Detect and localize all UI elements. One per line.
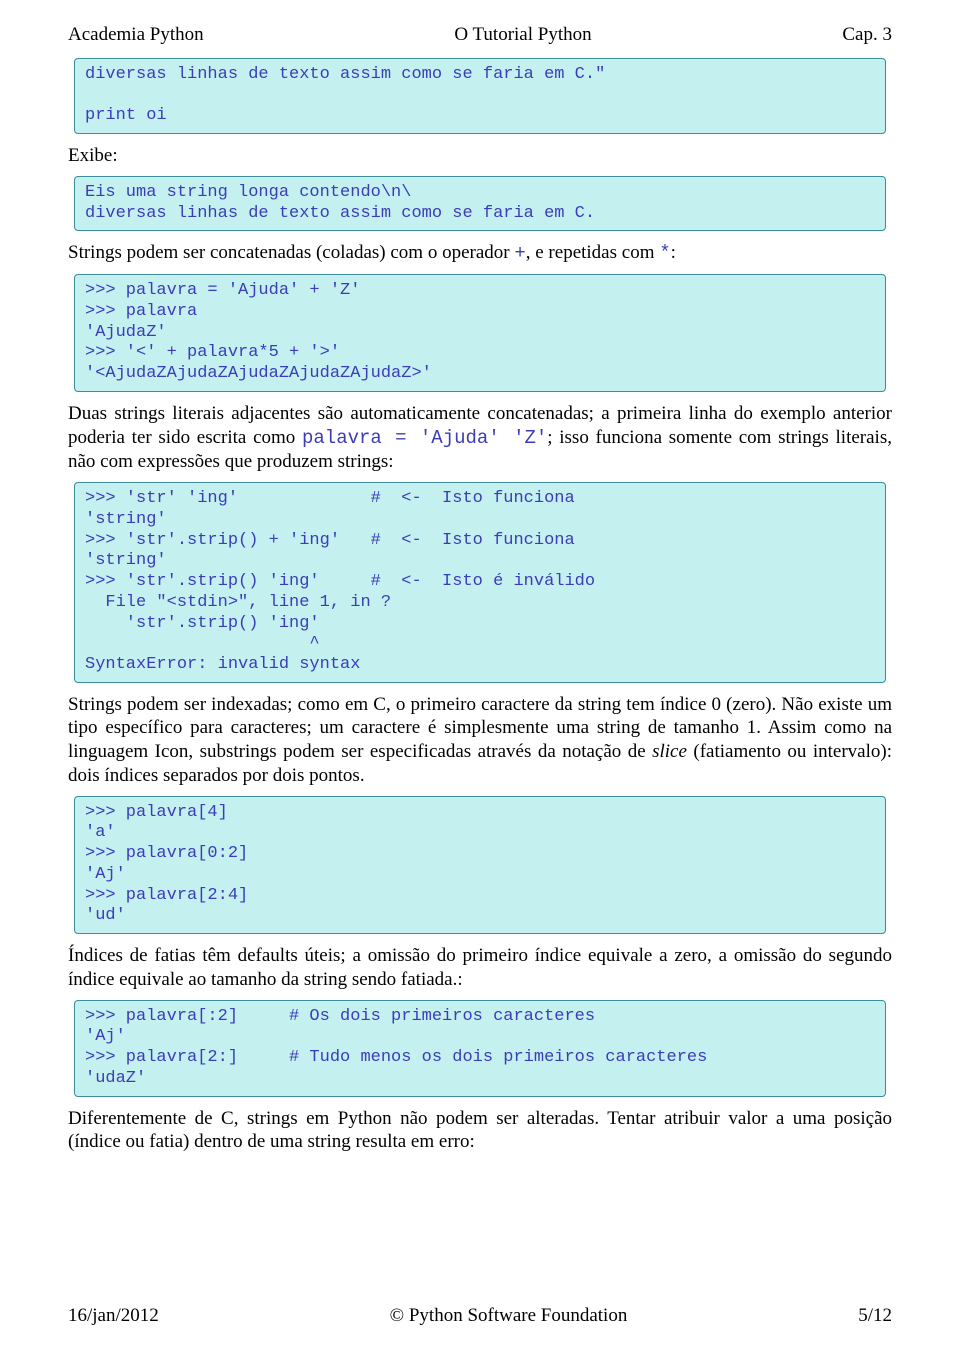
exibe-label: Exibe: [68,144,892,168]
inline-code-palavra: palavra = 'Ajuda' 'Z' [302,427,547,449]
code-block-4: >>> 'str' 'ing' # <- Isto funciona 'stri… [74,482,886,683]
paragraph-immutable: Diferentemente de C, strings em Python n… [68,1107,892,1155]
page-header: Academia Python O Tutorial Python Cap. 3 [68,24,892,46]
header-left: Academia Python [68,24,204,46]
text-span: Strings podem ser concatenadas (coladas)… [68,242,514,263]
code-block-5: >>> palavra[4] 'a' >>> palavra[0:2] 'Aj'… [74,796,886,934]
code-block-3: >>> palavra = 'Ajuda' + 'Z' >>> palavra … [74,274,886,392]
text-span: : [671,242,676,263]
footer-center: © Python Software Foundation [390,1305,628,1327]
operator-plus: + [514,242,525,264]
code-block-2: Eis uma string longa contendo\n\ diversa… [74,176,886,231]
operator-star: * [659,242,670,264]
paragraph-concat: Strings podem ser concatenadas (coladas)… [68,241,892,266]
code-block-1: diversas linhas de texto assim como se f… [74,58,886,134]
footer-right: 5/12 [858,1305,892,1327]
header-right: Cap. 3 [842,24,892,46]
paragraph-adjacent: Duas strings literais adjacentes são aut… [68,402,892,474]
paragraph-defaults: Índices de fatias têm defaults úteis; a … [68,944,892,992]
code-block-6: >>> palavra[:2] # Os dois primeiros cara… [74,1000,886,1097]
text-span: , e repetidas com [526,242,659,263]
term-slice: slice [652,741,687,762]
header-center: O Tutorial Python [454,24,591,46]
page-footer: 16/jan/2012 © Python Software Foundation… [68,1305,892,1327]
footer-left: 16/jan/2012 [68,1305,159,1327]
paragraph-index: Strings podem ser indexadas; como em C, … [68,693,892,788]
